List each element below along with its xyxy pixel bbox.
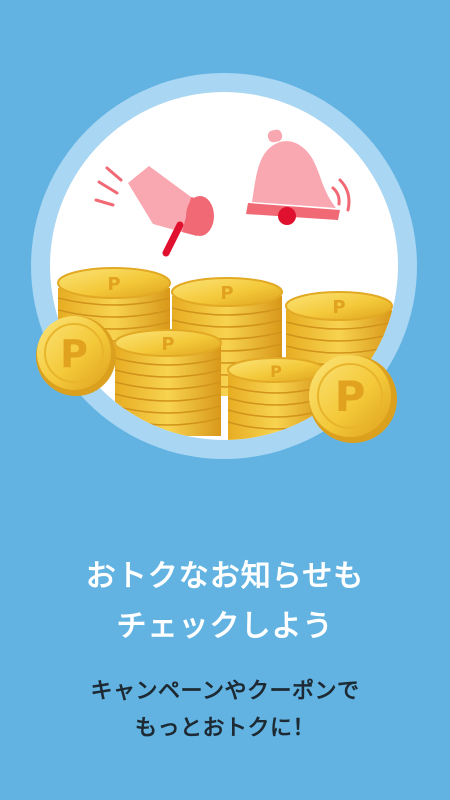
hero-illustration: P P P P P P P — [0, 0, 450, 470]
svg-text:P: P — [220, 283, 233, 304]
headline-line-2: チェックしよう — [116, 609, 334, 644]
onboarding-screen: P P P P P P P おトクなお知らせも チェックしよう キャンペーンやク… — [0, 0, 450, 800]
coin-letter-left: P — [60, 332, 88, 376]
subline-line-1: キャンペーンやクーポンで — [90, 679, 360, 704]
coin-letter-right: P — [335, 372, 366, 421]
svg-text:P: P — [161, 334, 174, 355]
coin-icon-right: P — [309, 355, 397, 443]
svg-text:P: P — [270, 362, 282, 381]
svg-text:P: P — [332, 297, 345, 318]
subline-line-2: もっとおトクに！ — [134, 716, 315, 741]
coin-icon-left: P — [36, 316, 116, 396]
onboarding-headline: おトクなお知らせも チェックしよう — [0, 552, 450, 652]
illustration-svg: P P P P P P P — [31, 73, 417, 459]
headline-line-1: おトクなお知らせも — [85, 559, 365, 594]
svg-text:P: P — [107, 274, 120, 295]
onboarding-subline: キャンペーンやクーポンで もっとおトクに！ — [0, 673, 450, 747]
